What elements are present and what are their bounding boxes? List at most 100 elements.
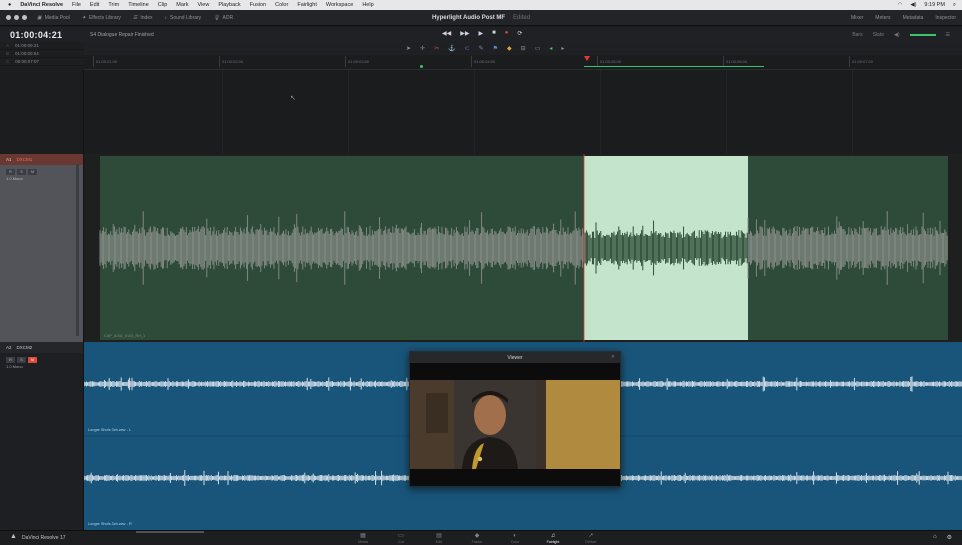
- razor-tool-icon[interactable]: ✂: [434, 45, 439, 52]
- bars-label[interactable]: Bars: [852, 32, 862, 38]
- page-tab-fusion[interactable]: ◆ Fusion: [462, 532, 492, 545]
- timeline-name-dropdown[interactable]: S4 Dialogue Repair Finished: [90, 32, 154, 38]
- track-name[interactable]: DXCM2: [17, 345, 33, 350]
- track-name[interactable]: DXCM1: [17, 157, 33, 162]
- window-controls: [6, 15, 27, 20]
- page-tab-fairlight[interactable]: ♫ Fairlight: [538, 532, 568, 545]
- marker-icon[interactable]: ◆: [507, 45, 512, 52]
- record-arm-button[interactable]: R: [6, 169, 15, 175]
- mute-button[interactable]: M: [28, 357, 37, 363]
- zoom-window-button[interactable]: [22, 15, 27, 20]
- menu-trim[interactable]: Trim: [108, 2, 119, 8]
- layout-icon[interactable]: ☰: [946, 32, 950, 38]
- viewer-title: Viewer: [507, 354, 523, 361]
- viewer-video-frame: [410, 363, 620, 486]
- wifi-icon[interactable]: ◠: [898, 2, 903, 9]
- menu-app-name[interactable]: DaVinci Resolve: [20, 2, 63, 8]
- settings-icon[interactable]: ⚙: [947, 534, 952, 541]
- menu-clip[interactable]: Clip: [158, 2, 167, 8]
- menu-edit[interactable]: Edit: [90, 2, 99, 8]
- record-arm-button[interactable]: R: [6, 357, 15, 363]
- minimize-window-button[interactable]: [14, 15, 19, 20]
- page-tab-deliver[interactable]: ➚ Deliver: [576, 532, 606, 545]
- play-icon[interactable]: ▶: [478, 30, 483, 37]
- inspector-button[interactable]: Inspector: [935, 15, 956, 21]
- menu-playback[interactable]: Playback: [218, 2, 240, 8]
- volume-slider[interactable]: [909, 33, 936, 36]
- track-header-a2[interactable]: A2 DXCM2 R S M 1.0 Mono: [0, 342, 84, 530]
- media-pool-icon: ▣: [37, 14, 42, 21]
- ruler-tick: 01:00:03:00: [344, 56, 370, 67]
- timeline-ruler[interactable]: 01:00:01:00 01:00:02:00 01:00:03:00 01:0…: [84, 55, 962, 70]
- pointer-tool-icon[interactable]: ➤: [406, 45, 411, 52]
- metadata-button[interactable]: Metadata: [903, 15, 924, 21]
- menu-clock[interactable]: 9:19 PM: [924, 2, 944, 9]
- sound-library-button[interactable]: ♪ Sound Library: [165, 15, 202, 21]
- snap-icon[interactable]: ⚓: [448, 45, 455, 52]
- playhead-handle[interactable]: [584, 56, 590, 61]
- page-tab-edit[interactable]: ▤ Edit: [424, 532, 454, 545]
- info-row: A 01:00:00:21: [0, 42, 84, 50]
- mute-button[interactable]: M: [28, 169, 37, 175]
- deliver-page-icon: ➚: [588, 533, 594, 539]
- range-tool-icon[interactable]: ✛: [420, 45, 425, 52]
- zoom-icon[interactable]: ⊟: [521, 45, 526, 52]
- fit-icon[interactable]: ▭: [535, 45, 541, 52]
- apple-icon[interactable]: ●: [8, 2, 11, 8]
- page-tab-cut[interactable]: ▭ Cut: [386, 532, 416, 545]
- timecode-info-panel: A 01:00:00:21 B 01:00:00:04 C 00:00:07:07: [0, 42, 84, 70]
- solo-button[interactable]: S: [17, 169, 26, 175]
- viewer-close-icon[interactable]: ✕: [611, 354, 615, 360]
- menu-color[interactable]: Color: [275, 2, 288, 8]
- menu-view[interactable]: View: [198, 2, 210, 8]
- solo-button[interactable]: S: [17, 357, 26, 363]
- page-tab-color[interactable]: ◐ Color: [500, 532, 530, 545]
- effects-library-button[interactable]: ✦ Effects Library: [82, 15, 121, 21]
- adr-button[interactable]: 🎙 ADR: [213, 15, 233, 21]
- volume-icon[interactable]: ◀): [910, 2, 916, 9]
- stop-icon[interactable]: ■: [492, 30, 496, 37]
- menu-file[interactable]: File: [72, 2, 81, 8]
- track-header-a1[interactable]: A1 DXCM1 R S M 1.0 Mono: [0, 154, 84, 342]
- grid-line: [222, 70, 223, 154]
- in-point-icon[interactable]: ◂: [549, 45, 552, 52]
- close-window-button[interactable]: [6, 15, 11, 20]
- ruler-tick: 01:00:07:00: [848, 56, 874, 67]
- spotlight-icon[interactable]: ⌕: [953, 2, 956, 9]
- fast-forward-icon[interactable]: ▶▶: [460, 30, 469, 37]
- track-height-scrollbar[interactable]: [76, 164, 79, 336]
- menu-workspace[interactable]: Workspace: [326, 2, 353, 8]
- timeline-marker[interactable]: [420, 65, 423, 68]
- fairlight-page-icon: ♫: [550, 533, 556, 539]
- meters-button[interactable]: Meters: [875, 15, 890, 21]
- loop-icon[interactable]: ⟳: [517, 30, 522, 37]
- menu-help[interactable]: Help: [362, 2, 373, 8]
- index-button[interactable]: ☰ Index: [133, 15, 153, 21]
- speaker-icon[interactable]: ◀): [894, 32, 900, 38]
- menu-mark[interactable]: Mark: [176, 2, 188, 8]
- floating-viewer-window[interactable]: Viewer ✕: [409, 351, 621, 487]
- track-lane-a1[interactable]: CAP_A002_0102_RH_1: [84, 154, 962, 342]
- horizontal-scrollbar[interactable]: [136, 531, 204, 533]
- slate-label[interactable]: Slate: [873, 32, 884, 38]
- menu-timeline[interactable]: Timeline: [128, 2, 149, 8]
- media-pool-button[interactable]: ▣ Media Pool: [37, 15, 70, 21]
- link-icon[interactable]: ⊂: [465, 45, 470, 52]
- out-point-icon[interactable]: ▸: [561, 45, 564, 52]
- pencil-icon[interactable]: ✎: [479, 45, 484, 52]
- davinci-logo-icon: [10, 533, 17, 541]
- timeline-empty-area[interactable]: ↖: [84, 70, 962, 154]
- menu-fusion[interactable]: Fusion: [250, 2, 267, 8]
- rewind-icon[interactable]: ◀◀: [442, 30, 451, 37]
- menu-fairlight[interactable]: Fairlight: [297, 2, 317, 8]
- page-tab-media[interactable]: ▦ Media: [348, 532, 378, 545]
- in-out-range[interactable]: [584, 66, 764, 67]
- record-icon[interactable]: ●: [505, 30, 509, 37]
- home-icon[interactable]: ⌂: [933, 534, 937, 541]
- current-timecode[interactable]: 01:00:04:21: [0, 30, 80, 40]
- mixer-button[interactable]: Mixer: [851, 15, 863, 21]
- grid-line: [474, 70, 475, 154]
- ruler-tick: 01:00:05:00: [596, 56, 622, 67]
- viewer-titlebar[interactable]: Viewer ✕: [410, 352, 620, 363]
- flag-icon[interactable]: ⚑: [493, 45, 498, 52]
